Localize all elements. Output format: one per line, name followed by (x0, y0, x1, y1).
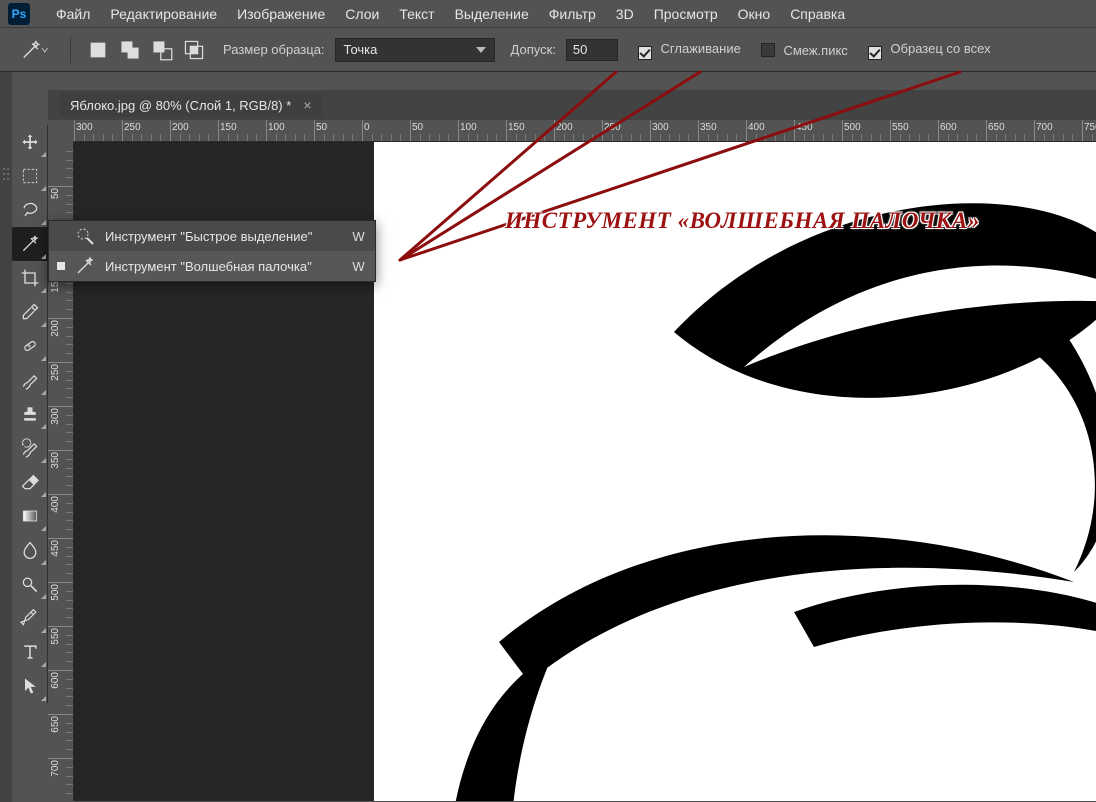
sample-size-dropdown[interactable]: Точка (335, 38, 495, 62)
menu-help[interactable]: Справка (780, 3, 855, 25)
quick-selection-icon (75, 226, 95, 246)
close-icon[interactable]: × (303, 97, 311, 113)
menu-edit[interactable]: Редактирование (100, 3, 227, 25)
contiguous-option[interactable]: Смеж.пикс (761, 41, 848, 58)
menu-select[interactable]: Выделение (445, 3, 539, 25)
flyout-marker (57, 262, 65, 270)
grip-icon (2, 167, 10, 181)
magic-wand-icon (20, 38, 43, 62)
menu-type[interactable]: Текст (389, 3, 444, 25)
contiguous-checkbox[interactable] (761, 43, 775, 57)
flyout-shortcut: W (322, 229, 364, 244)
document-tab-title: Яблоко.jpg @ 80% (Слой 1, RGB/8) * (70, 98, 291, 113)
selection-new-icon[interactable] (87, 39, 109, 61)
flyout-item-label: Инструмент "Быстрое выделение" (105, 229, 312, 244)
tool-healing[interactable] (12, 329, 48, 363)
tool-flyout: Инструмент "Быстрое выделение" W Инструм… (48, 220, 376, 282)
apple-artwork (374, 142, 1096, 801)
tool-blur[interactable] (12, 533, 48, 567)
flyout-item-quick-selection[interactable]: Инструмент "Быстрое выделение" W (49, 221, 375, 251)
flyout-item-label: Инструмент "Волшебная палочка" (105, 259, 312, 274)
antialias-label: Сглаживание (661, 41, 741, 56)
antialias-option[interactable]: Сглаживание (638, 41, 741, 58)
menu-file[interactable]: Файл (46, 3, 100, 25)
flyout-item-magic-wand[interactable]: Инструмент "Волшебная палочка" W (49, 251, 375, 281)
horizontal-ruler: 3002502001501005005010015020025030035040… (74, 120, 1096, 142)
sample-all-label: Образец со всех (890, 41, 990, 56)
menu-layers[interactable]: Слои (335, 3, 389, 25)
tool-stamp[interactable] (12, 397, 48, 431)
tool-brush[interactable] (12, 363, 48, 397)
antialias-checkbox[interactable] (638, 46, 652, 60)
menu-image[interactable]: Изображение (227, 3, 335, 25)
tool-eyedropper[interactable] (12, 295, 48, 329)
contiguous-label: Смеж.пикс (783, 43, 847, 58)
tolerance-input[interactable] (566, 39, 618, 61)
tool-gradient[interactable] (12, 499, 48, 533)
tolerance-label: Допуск: (511, 42, 556, 57)
document-area: Яблоко.jpg @ 80% (Слой 1, RGB/8) * × 300… (48, 90, 1096, 801)
side-strip (0, 72, 12, 802)
tool-path-select[interactable] (12, 669, 48, 703)
tool-preset[interactable] (20, 36, 48, 64)
flyout-shortcut: W (322, 259, 364, 274)
tool-marquee[interactable] (12, 159, 48, 193)
menu-bar: Ps Файл Редактирование Изображение Слои … (0, 0, 1096, 28)
selection-add-icon[interactable] (119, 39, 141, 61)
app-icon: Ps (8, 3, 30, 25)
tool-move[interactable] (12, 125, 48, 159)
tool-magic-wand[interactable] (12, 227, 48, 261)
sample-all-checkbox[interactable] (868, 46, 882, 60)
menu-view[interactable]: Просмотр (644, 3, 728, 25)
menu-3d[interactable]: 3D (606, 3, 644, 25)
options-bar: Размер образца: Точка Допуск: Сглаживани… (0, 28, 1096, 72)
selection-subtract-icon[interactable] (151, 39, 173, 61)
sample-all-option[interactable]: Образец со всех (868, 41, 991, 58)
separator (70, 37, 71, 63)
magic-wand-icon (75, 256, 95, 276)
menu-filter[interactable]: Фильтр (539, 3, 606, 25)
document-tab[interactable]: Яблоко.jpg @ 80% (Слой 1, RGB/8) * × (60, 93, 322, 117)
chevron-down-icon (41, 46, 49, 54)
tool-pen[interactable] (12, 601, 48, 635)
sample-size-label: Размер образца: (223, 42, 325, 57)
tool-crop[interactable] (12, 261, 48, 295)
annotation-text: ИНСТРУМЕНТ «ВОЛШЕБНАЯ ПАЛОЧКА» (505, 208, 980, 234)
tool-type[interactable] (12, 635, 48, 669)
toolbox (12, 125, 48, 703)
tool-history-brush[interactable] (12, 431, 48, 465)
tool-eraser[interactable] (12, 465, 48, 499)
tab-strip: Яблоко.jpg @ 80% (Слой 1, RGB/8) * × (48, 90, 1096, 120)
canvas[interactable] (374, 142, 1096, 801)
flyout-marker (57, 232, 65, 240)
selection-intersect-icon[interactable] (183, 39, 205, 61)
tool-dodge[interactable] (12, 567, 48, 601)
tool-lasso[interactable] (12, 193, 48, 227)
menu-window[interactable]: Окно (728, 3, 781, 25)
